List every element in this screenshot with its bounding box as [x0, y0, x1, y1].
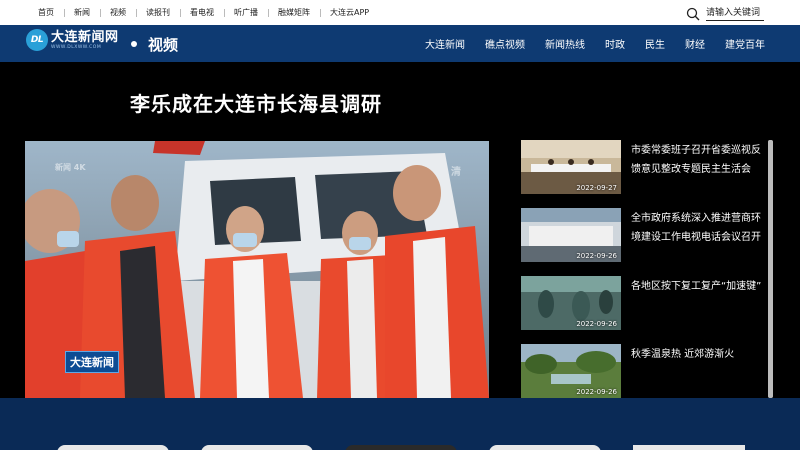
list-item-thumbnail[interactable]: 2022-09-26 — [521, 208, 621, 262]
list-item-date: 2022-09-26 — [576, 320, 617, 328]
search-input[interactable] — [706, 6, 764, 21]
main-header: DL 大连新闻网 WWW.DLXWW.COM 视频 大连新闻 礁点视频 新闻热线… — [0, 25, 800, 62]
list-item-title[interactable]: 各地区按下复工复产“加速键” — [631, 277, 766, 296]
list-item-title[interactable]: 秋季温泉热 近郊游渐火 — [631, 345, 766, 364]
search-box — [686, 6, 764, 21]
list-item-date: 2022-09-26 — [576, 252, 617, 260]
bottom-card[interactable] — [345, 445, 457, 450]
video-channel-logo: 大连新闻 — [65, 351, 119, 373]
bottom-card[interactable] — [633, 445, 745, 450]
list-item[interactable]: 2022-09-26 秋季温泉热 近郊游渐火 — [521, 344, 768, 398]
video-watermark-left: 新闻 4K — [55, 163, 86, 172]
list-item-title[interactable]: 全市政府系统深入推进营商环境建设工作电视电话会议召开 — [631, 209, 766, 247]
list-scrollbar-thumb[interactable] — [768, 140, 773, 398]
list-item-thumbnail[interactable]: 2022-09-26 — [521, 276, 621, 330]
list-item[interactable]: 2022-09-26 各地区按下复工复产“加速键” — [521, 276, 768, 330]
top-nav-radio[interactable]: 听广播 — [224, 7, 268, 18]
video-content-area: 李乐成在大连市长海县调研 新闻 4K 清 大连新闻 2022-09-27 市委常… — [0, 62, 800, 450]
top-nav-media-matrix[interactable]: 融媒矩阵 — [268, 7, 320, 18]
list-item-title[interactable]: 市委常委班子召开省委巡视反馈意见整改专题民主生活会 — [631, 141, 766, 179]
main-nav-focus-video[interactable]: 礁点视频 — [485, 36, 525, 51]
video-player[interactable]: 新闻 4K 清 大连新闻 — [25, 141, 489, 398]
list-item-thumbnail[interactable]: 2022-09-26 — [521, 344, 621, 398]
video-watermark-right: 清 — [451, 167, 461, 178]
list-item-date: 2022-09-26 — [576, 388, 617, 396]
search-icon[interactable] — [686, 7, 700, 21]
bottom-card[interactable] — [57, 445, 169, 450]
bottom-card[interactable] — [489, 445, 601, 450]
top-utility-bar: 首页 新闻 视频 读报刊 看电视 听广播 融媒矩阵 大连云APP — [0, 0, 800, 25]
main-nav-politics[interactable]: 时政 — [605, 36, 625, 51]
list-item-date: 2022-09-27 — [576, 184, 617, 192]
top-nav-app[interactable]: 大连云APP — [320, 7, 379, 18]
main-nav: 大连新闻 礁点视频 新闻热线 时政 民生 财经 建党百年 — [405, 25, 765, 62]
bottom-card[interactable] — [201, 445, 313, 450]
list-item[interactable]: 2022-09-27 市委常委班子召开省委巡视反馈意见整改专题民主生活会 — [521, 140, 768, 194]
site-logo[interactable]: DL 大连新闻网 WWW.DLXWW.COM — [26, 29, 119, 51]
section-title: 视频 — [148, 36, 179, 54]
logo-url: WWW.DLXWW.COM — [51, 44, 102, 50]
video-headline: 李乐成在大连市长海县调研 — [130, 92, 382, 116]
top-nav: 首页 新闻 视频 读报刊 看电视 听广播 融媒矩阵 大连云APP — [28, 0, 379, 25]
logo-name: 大连新闻网 — [51, 29, 119, 45]
main-nav-livelihood[interactable]: 民生 — [645, 36, 665, 51]
top-nav-news[interactable]: 新闻 — [64, 7, 100, 18]
main-nav-dalian-news[interactable]: 大连新闻 — [425, 36, 465, 51]
section-dot — [131, 41, 137, 47]
list-scrollbar[interactable] — [768, 140, 773, 398]
top-nav-newspaper[interactable]: 读报刊 — [136, 7, 180, 18]
list-item[interactable]: 2022-09-26 全市政府系统深入推进营商环境建设工作电视电话会议召开 — [521, 208, 768, 262]
bottom-section — [0, 398, 800, 450]
main-nav-party-centennial[interactable]: 建党百年 — [725, 36, 765, 51]
main-nav-finance[interactable]: 财经 — [685, 36, 705, 51]
list-item-thumbnail[interactable]: 2022-09-27 — [521, 140, 621, 194]
top-nav-tv[interactable]: 看电视 — [180, 7, 224, 18]
logo-mark: DL — [26, 29, 48, 51]
top-nav-video[interactable]: 视频 — [100, 7, 136, 18]
top-nav-home[interactable]: 首页 — [28, 7, 64, 18]
main-nav-hotline[interactable]: 新闻热线 — [545, 36, 585, 51]
